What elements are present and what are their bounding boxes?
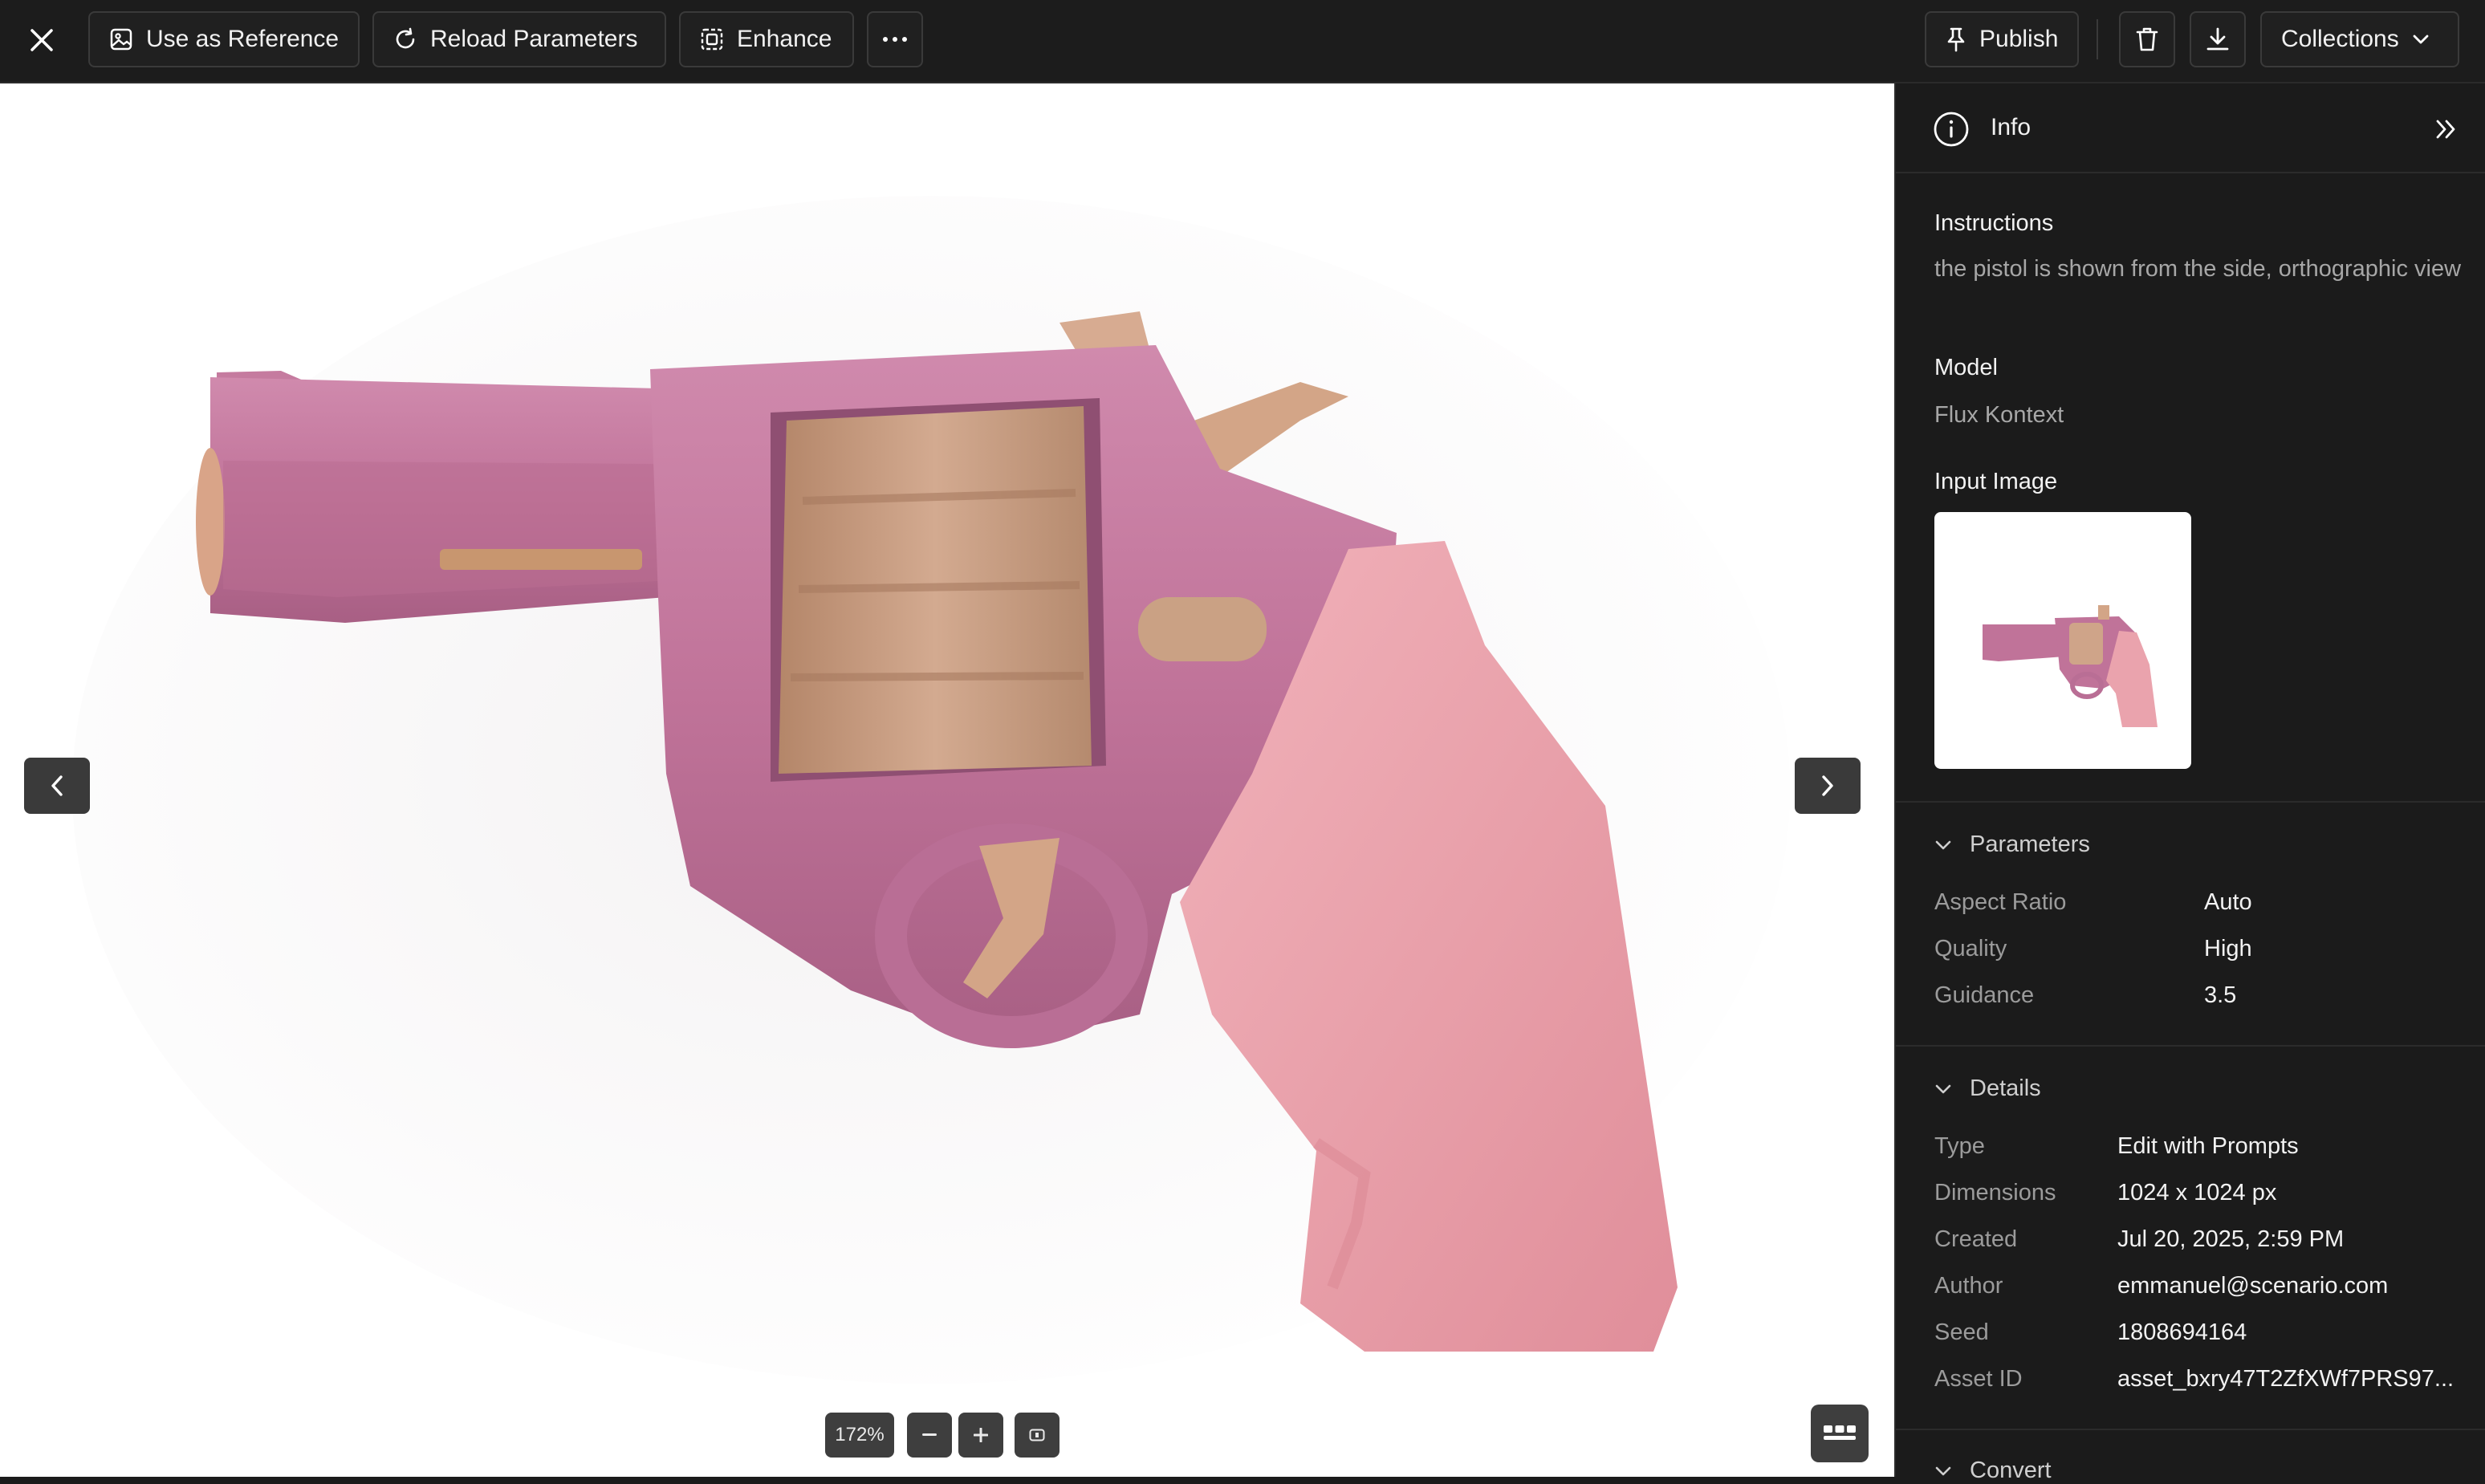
grid-icon [1824, 1425, 1856, 1440]
publish-label: Publish [1979, 26, 2059, 52]
section-divider [1896, 1045, 2485, 1047]
collections-dropdown[interactable]: Collections [2260, 11, 2459, 67]
zoom-level: 172% [825, 1413, 894, 1458]
revolver-image [72, 196, 1790, 1384]
gallery-grid-button[interactable] [1811, 1405, 1869, 1462]
collections-label: Collections [2281, 26, 2399, 52]
info-icon [1934, 112, 1969, 147]
info-panel-title: Info [1991, 114, 2032, 140]
detail-key: Created [1934, 1226, 2018, 1252]
detail-value[interactable]: emmanuel@scenario.com [2117, 1273, 2388, 1299]
instructions-text: the pistol is shown from the side, ortho… [1934, 256, 2462, 282]
detail-key: Type [1934, 1133, 1985, 1159]
detail-key: Seed [1934, 1319, 1989, 1345]
param-value: High [2204, 936, 2252, 962]
detail-value: Edit with Prompts [2117, 1133, 2299, 1159]
detail-value: 1024 x 1024 px [2117, 1180, 2277, 1205]
download-icon [2206, 27, 2229, 51]
revolver-thumbnail [1983, 605, 2158, 727]
image-icon [110, 28, 132, 51]
input-image-label: Input Image [1934, 469, 2058, 494]
input-image-thumbnail[interactable] [1934, 512, 2191, 769]
detail-value[interactable]: asset_bxry47T2ZfXWf7PRS97... [2117, 1366, 2454, 1393]
delete-button[interactable] [2119, 11, 2175, 67]
chevron-down-icon [1935, 840, 1951, 849]
pin-icon [1947, 27, 1965, 52]
detail-value: Jul 20, 2025, 2:59 PM [2117, 1226, 2345, 1252]
reload-parameters-label: Reload Parameters [430, 26, 638, 52]
section-divider [1896, 1429, 2485, 1430]
plus-icon [974, 1428, 988, 1442]
chevron-left-icon [51, 775, 63, 796]
use-as-reference-label: Use as Reference [146, 26, 340, 52]
image-canvas[interactable]: 172% [0, 83, 1894, 1477]
details-section-toggle[interactable]: Details [1934, 1075, 2041, 1102]
param-key: Guidance [1934, 982, 2035, 1008]
convert-heading: Convert [1970, 1458, 2052, 1483]
chevron-down-icon [1935, 1084, 1951, 1093]
chevron-right-icon [1822, 775, 1833, 796]
model-label: Model [1934, 355, 1998, 380]
publish-button[interactable]: Publish [1925, 11, 2079, 67]
enhance-icon [701, 28, 723, 51]
chevron-down-icon [2413, 35, 2429, 44]
detail-value[interactable]: 1808694164 [2117, 1319, 2247, 1346]
info-panel-header: Info [1896, 83, 2485, 173]
close-icon[interactable] [22, 21, 61, 59]
collapse-panel-icon[interactable] [2434, 117, 2458, 141]
more-options-button[interactable] [867, 11, 923, 67]
top-toolbar: Use as Reference Reload Parameters Enhan… [0, 0, 2485, 83]
param-key: Quality [1934, 936, 2007, 962]
details-heading: Details [1970, 1075, 2041, 1101]
next-image-button[interactable] [1795, 758, 1861, 814]
use-as-reference-button[interactable]: Use as Reference [88, 11, 360, 67]
detail-key: Author [1934, 1273, 2003, 1299]
reload-icon [396, 27, 415, 49]
fit-to-screen-button[interactable] [1015, 1413, 1059, 1458]
instructions-label: Instructions [1934, 210, 2054, 236]
param-key: Aspect Ratio [1934, 889, 2067, 915]
zoom-in-button[interactable] [958, 1413, 1003, 1458]
param-value: 3.5 [2204, 982, 2237, 1008]
convert-section-toggle[interactable]: Convert [1934, 1458, 2052, 1484]
chevron-down-icon [1935, 1466, 1951, 1475]
zoom-out-button[interactable] [907, 1413, 952, 1458]
trash-icon [2136, 27, 2158, 51]
parameters-section-toggle[interactable]: Parameters [1934, 831, 2090, 858]
info-panel: Info Instructions the pistol is shown fr… [1894, 83, 2485, 1483]
previous-image-button[interactable] [24, 758, 90, 814]
reload-parameters-button[interactable]: Reload Parameters [372, 11, 666, 67]
section-divider [1896, 801, 2485, 803]
param-value: Auto [2204, 889, 2252, 915]
detail-key: Dimensions [1934, 1180, 2056, 1205]
minus-icon [922, 1433, 937, 1436]
model-value: Flux Kontext [1934, 402, 2064, 428]
fit-icon [1029, 1429, 1045, 1441]
ellipsis-icon [883, 37, 907, 42]
parameters-heading: Parameters [1970, 831, 2090, 857]
enhance-button[interactable]: Enhance [679, 11, 854, 67]
toolbar-divider [2097, 19, 2098, 59]
enhance-label: Enhance [737, 26, 832, 52]
detail-key: Asset ID [1934, 1366, 2023, 1392]
download-button[interactable] [2190, 11, 2246, 67]
